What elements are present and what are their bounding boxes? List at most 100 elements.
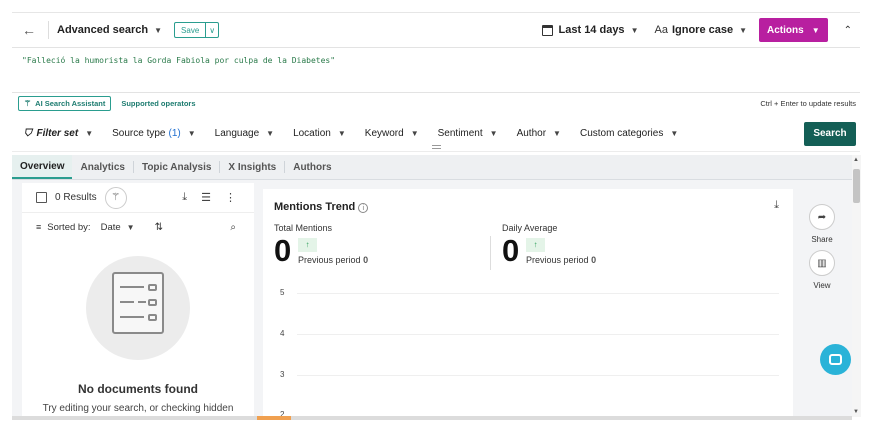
total-mentions-label: Total Mentions	[274, 223, 333, 233]
source-type-dropdown[interactable]: Source type (1) ▼	[112, 128, 196, 139]
chevron-down-icon: ▼	[337, 129, 346, 138]
tab-authors[interactable]: Authors	[285, 155, 339, 179]
mentions-trend-card: Mentions Trend i ⤓ Total Mentions 0 ↑ Pre…	[263, 189, 793, 419]
card-title: Mentions Trend i	[274, 201, 369, 213]
case-dropdown[interactable]: Ignore case	[672, 24, 733, 36]
layout-icon[interactable]: ☰	[201, 191, 211, 204]
search-icon[interactable]: ⌕	[230, 222, 236, 233]
save-button[interactable]: Save	[175, 23, 207, 37]
keyword-dropdown[interactable]: Keyword ▼	[365, 128, 419, 139]
divider	[48, 21, 49, 39]
search-button[interactable]: Search	[804, 121, 856, 146]
sentiment-label: Sentiment	[437, 128, 483, 139]
keyword-label: Keyword	[364, 128, 404, 139]
collapse-chevron-icon[interactable]: ⌃	[844, 25, 852, 36]
chevron-down-icon: ▼	[410, 129, 419, 138]
custom-categories-dropdown[interactable]: Custom categories ▼	[580, 128, 678, 139]
side-actions: ➦ Share ▥ View	[799, 189, 845, 290]
location-label: Location	[293, 128, 331, 139]
gridline	[297, 375, 779, 376]
magic-wand-icon[interactable]: ⚚	[104, 186, 127, 209]
daily-average-metric: Daily Average 0 ↑ Previous period 0	[502, 223, 596, 268]
view-icon[interactable]: ▥	[809, 250, 835, 276]
sort-direction-icon[interactable]: ⇅	[155, 222, 163, 233]
resize-handle-icon[interactable]	[432, 145, 441, 149]
select-all-checkbox[interactable]	[36, 192, 47, 203]
chevron-down-icon: ▼	[266, 129, 275, 138]
back-arrow-icon[interactable]: ←	[22, 22, 38, 38]
chevron-down-icon: ▼	[553, 129, 561, 138]
more-options-icon[interactable]: ⋮	[225, 191, 236, 204]
chat-icon	[829, 354, 842, 365]
share-icon[interactable]: ➦	[809, 204, 835, 230]
download-icon[interactable]: ⤓	[774, 199, 779, 212]
download-icon[interactable]: ⤓	[182, 191, 187, 204]
daily-average-value: 0	[502, 233, 520, 268]
sentiment-dropdown[interactable]: Sentiment ▼	[438, 128, 498, 139]
assistant-row: ⚚ AI Search Assistant Supported operator…	[12, 94, 860, 112]
language-dropdown[interactable]: Language ▼	[215, 128, 274, 139]
filter-set-dropdown[interactable]: ⛉ Filter set ▼	[24, 128, 93, 139]
query-text[interactable]: "Falleció la humorista la Gorda Fabiola …	[22, 56, 850, 65]
gridline	[297, 334, 779, 335]
chevron-down-icon[interactable]: ▼	[154, 26, 162, 35]
scrollbar-thumb[interactable]	[257, 416, 291, 420]
mentions-trend-title: Mentions Trend	[274, 201, 356, 213]
scroll-down-icon[interactable]: ▼	[853, 409, 859, 415]
documents-panel: 0 Results ⚚ ⤓ ☰ ⋮ ≡ Sorted by: Date ▼ ⇅ …	[22, 183, 254, 416]
save-button-group: Save ∨	[174, 22, 220, 38]
date-range-dropdown[interactable]: Last 14 days	[559, 24, 625, 36]
tab-overview[interactable]: Overview	[12, 155, 73, 179]
actions-label: Actions	[767, 24, 804, 36]
previous-label: Previous period	[526, 255, 589, 265]
documents-header: 0 Results ⚚ ⤓ ☰ ⋮	[22, 183, 254, 213]
chat-support-button[interactable]	[820, 344, 851, 375]
filter-set-label: Filter set	[36, 128, 79, 139]
sort-row: ≡ Sorted by: Date ▼ ⇅ ⌕	[22, 213, 254, 241]
ai-search-assistant-button[interactable]: ⚚ AI Search Assistant	[18, 95, 112, 111]
empty-state-title: No documents found	[78, 382, 198, 396]
tab-analytics[interactable]: Analytics	[72, 155, 132, 179]
tab-topic-analysis[interactable]: Topic Analysis	[134, 155, 219, 179]
y-tick-label: 5	[280, 288, 285, 297]
actions-button[interactable]: Actions ▼	[759, 18, 828, 42]
keyboard-hint: Ctrl + Enter to update results	[760, 98, 856, 108]
custom-categories-label: Custom categories	[579, 128, 664, 139]
info-icon[interactable]: i	[358, 203, 369, 213]
author-dropdown[interactable]: Author ▼	[517, 128, 561, 139]
vertical-scrollbar[interactable]: ▲ ▼	[852, 155, 861, 417]
view-label: View	[813, 281, 831, 290]
location-dropdown[interactable]: Location ▼	[293, 128, 346, 139]
empty-state-subtitle: Try editing your search, or checking hid…	[42, 403, 234, 414]
share-label: Share	[811, 235, 833, 244]
scroll-up-icon[interactable]: ▲	[853, 157, 859, 163]
horizontal-scrollbar[interactable]	[12, 416, 852, 420]
author-label: Author	[516, 128, 547, 139]
advanced-search-dropdown[interactable]: Advanced search	[57, 24, 148, 36]
chevron-down-icon[interactable]: ▼	[739, 26, 747, 35]
chevron-down-icon: ▼	[670, 129, 679, 138]
previous-value: 0	[591, 255, 597, 265]
empty-state-illustration	[86, 256, 190, 360]
tab-x-insights[interactable]: X Insights	[220, 155, 284, 179]
results-count: 0 Results	[55, 192, 97, 203]
supported-operators-link[interactable]: Supported operators	[121, 99, 195, 108]
total-previous-period: Previous period 0	[298, 255, 368, 265]
save-options-chevron-icon[interactable]: ∨	[206, 23, 218, 37]
total-mentions-metric: Total Mentions 0 ↑ Previous period 0	[274, 223, 368, 268]
sort-dropdown[interactable]: Date	[101, 222, 121, 233]
chevron-down-icon: ▼	[85, 129, 94, 138]
source-type-label: Source type	[112, 128, 166, 139]
chevron-down-icon[interactable]: ▼	[127, 223, 135, 232]
document-icon	[112, 272, 164, 334]
chevron-down-icon[interactable]: ▼	[631, 26, 639, 35]
chevron-down-icon: ▼	[811, 25, 820, 35]
previous-label: Previous period	[298, 255, 361, 265]
case-sensitivity-icon: Aa	[654, 24, 668, 36]
sort-lines-icon: ≡	[36, 222, 42, 232]
language-label: Language	[214, 128, 260, 139]
scrollbar-thumb[interactable]	[853, 169, 860, 203]
query-editor[interactable]: "Falleció la humorista la Gorda Fabiola …	[12, 47, 860, 93]
funnel-icon: ⛉	[24, 128, 32, 139]
daily-average-label: Daily Average	[502, 223, 558, 233]
